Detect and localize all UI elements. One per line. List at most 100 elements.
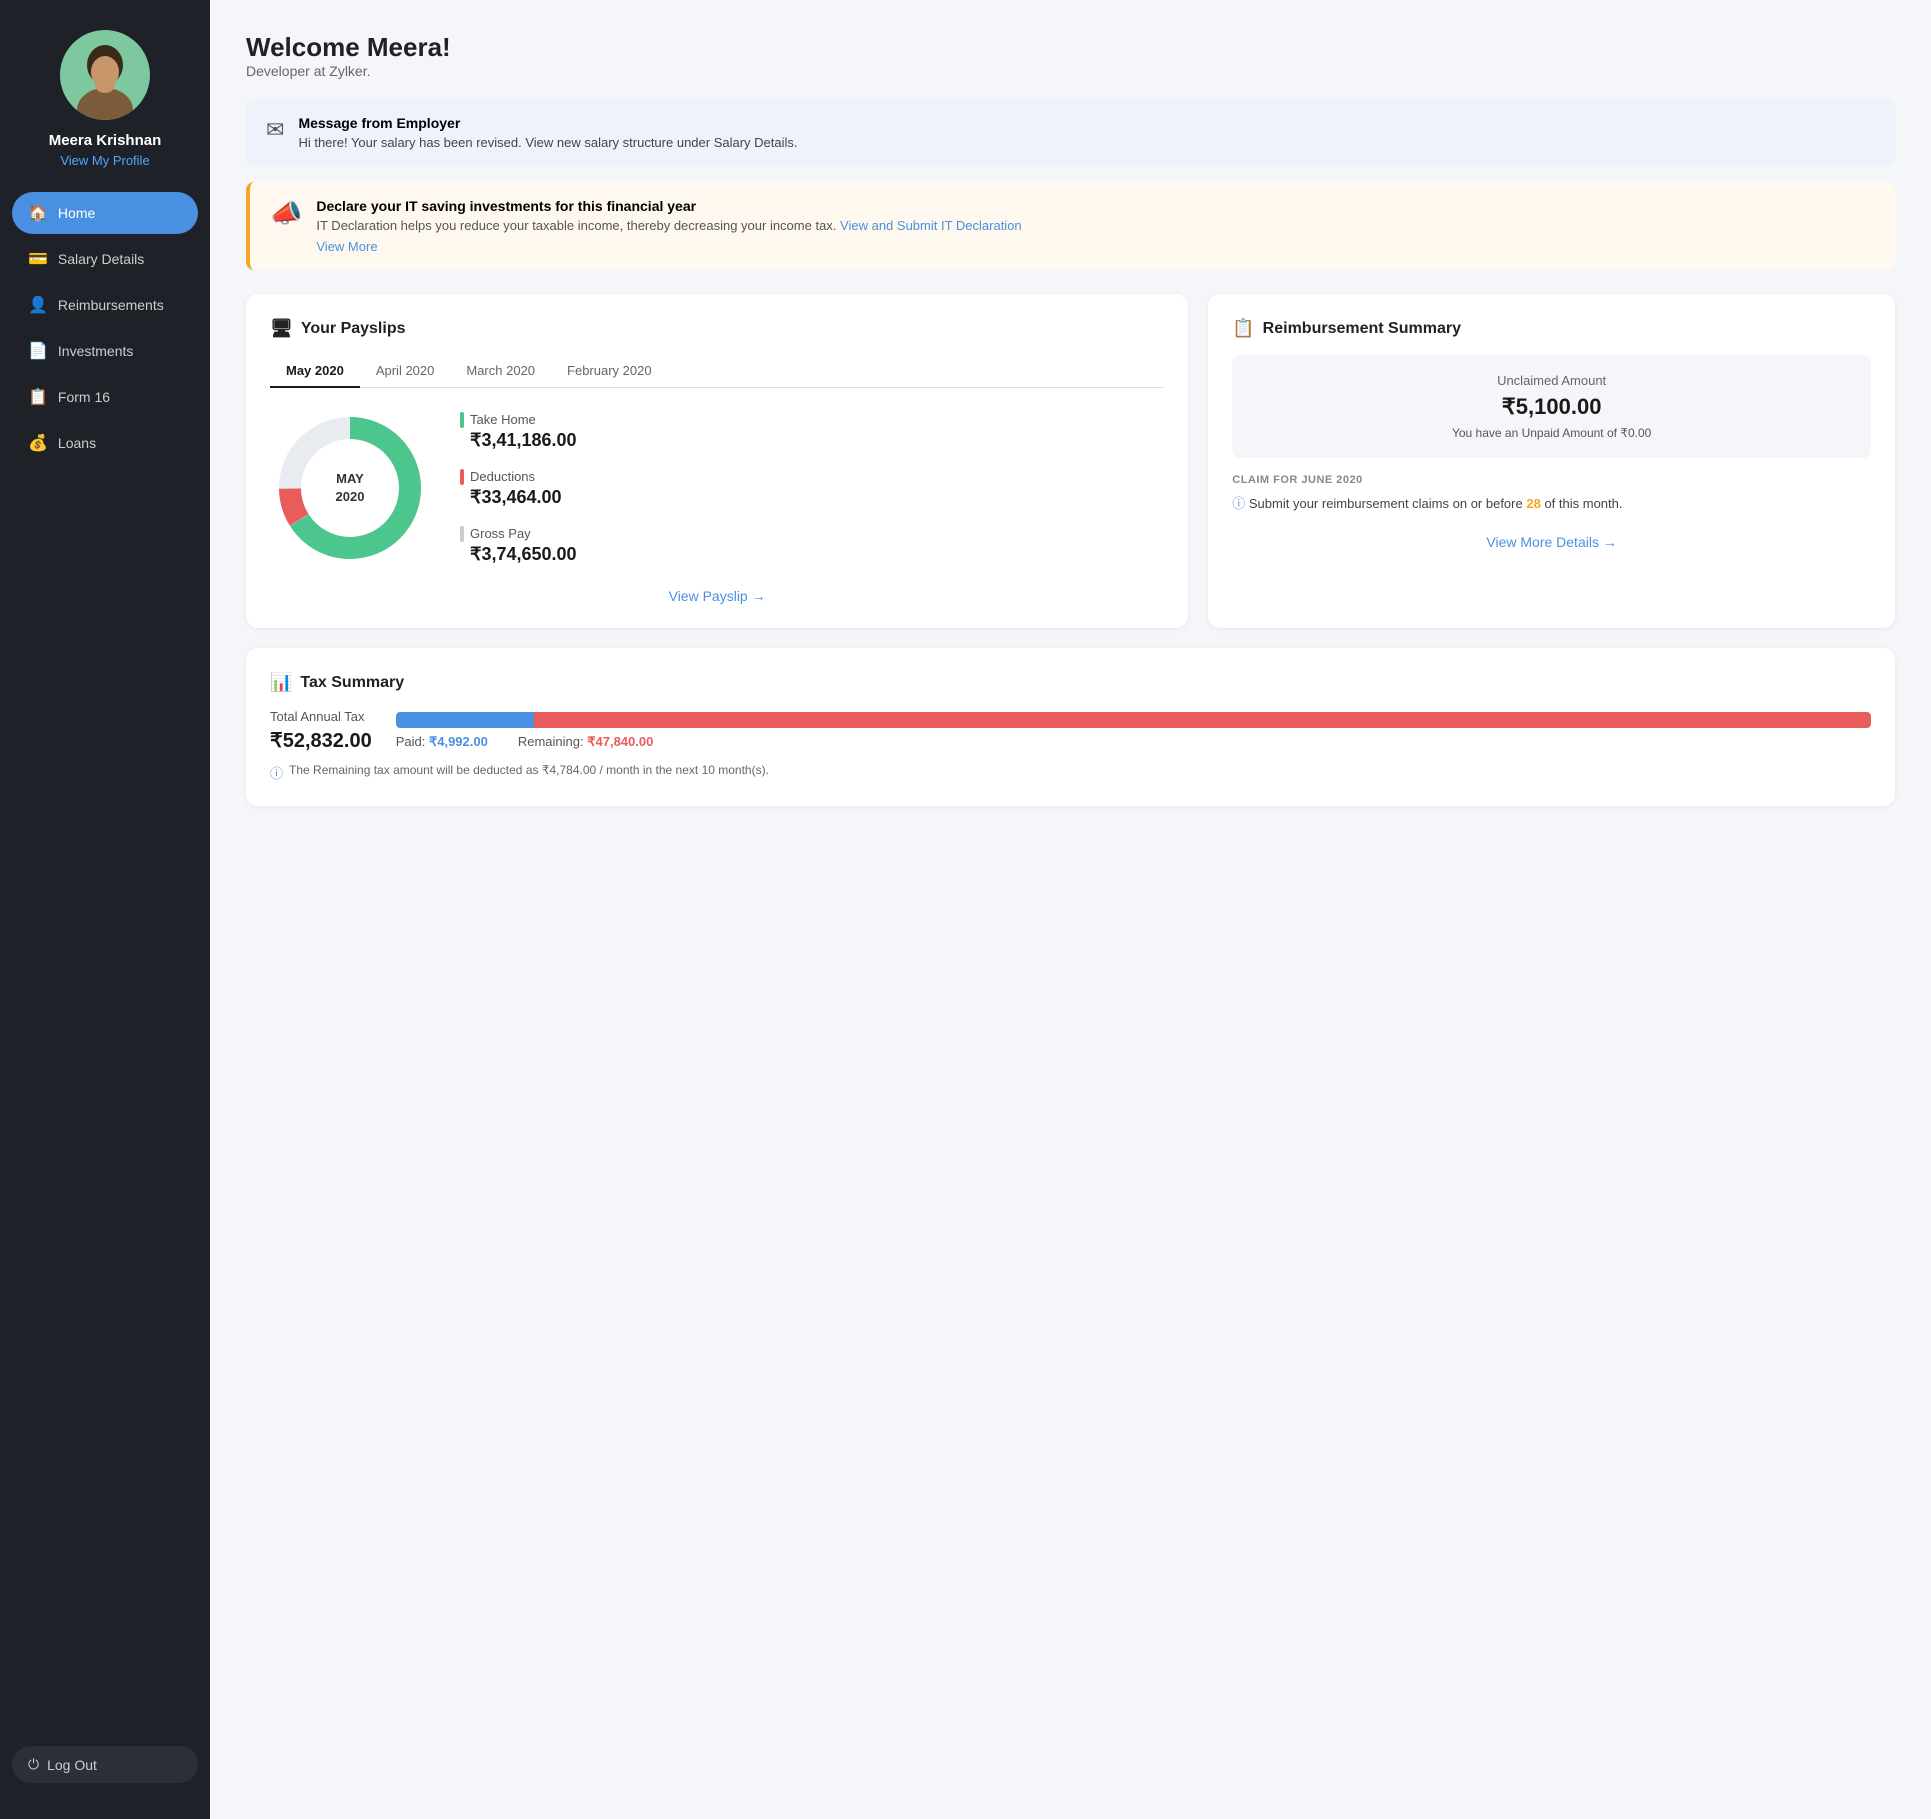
form16-icon: 📋 (28, 387, 48, 407)
it-declaration-banner: 📣 Declare your IT saving investments for… (246, 182, 1895, 270)
tax-title-text: Tax Summary (300, 674, 404, 692)
sidebar-item-invest-label: Investments (58, 343, 133, 359)
deductions-value: ₹33,464.00 (470, 487, 577, 508)
logout-button[interactable]: ⏻ Log Out (12, 1746, 198, 1783)
sidebar-item-investments[interactable]: 📄 Investments (12, 330, 198, 372)
view-more-details-link[interactable]: View More Details → (1232, 534, 1871, 550)
reimbursement-title: 📋 Reimbursement Summary (1232, 318, 1871, 339)
deductions-label: Deductions (470, 469, 535, 484)
take-home-value: ₹3,41,186.00 (470, 430, 577, 451)
donut-year: 2020 (336, 489, 365, 504)
welcome-title: Welcome Meera! (246, 32, 1895, 63)
donut-center-label: MAY 2020 (336, 470, 365, 506)
donut-month: MAY (336, 471, 364, 486)
message-title: Message from Employer (298, 115, 797, 131)
claim-title: CLAIM FOR JUNE 2020 (1232, 474, 1871, 486)
remaining-label: Remaining: (518, 734, 584, 749)
tab-may-2020[interactable]: May 2020 (270, 355, 360, 388)
power-icon: ⏻ (28, 1756, 39, 1773)
sidebar-item-home-label: Home (58, 205, 95, 221)
sidebar-item-home[interactable]: 🏠 Home (12, 192, 198, 234)
tax-bar-bg (396, 712, 1871, 728)
tax-summary-title: 📊 Tax Summary (270, 672, 1871, 693)
tab-april-2020[interactable]: April 2020 (360, 355, 451, 388)
take-home-label: Take Home (470, 412, 536, 427)
sidebar-item-form16-label: Form 16 (58, 389, 110, 405)
salary-icon: 💳 (28, 249, 48, 269)
tax-bar-wrap: Paid: ₹4,992.00 Remaining: ₹47,840.00 (396, 712, 1871, 750)
avatar (60, 30, 150, 120)
paid-value: ₹4,992.00 (429, 734, 488, 749)
paid-label-group: Paid: ₹4,992.00 (396, 734, 488, 750)
info-icon: ⓘ (270, 763, 283, 782)
view-payslip-link[interactable]: View Payslip → (270, 588, 1164, 604)
it-title: Declare your IT saving investments for t… (316, 198, 1021, 214)
logout-section: ⏻ Log Out (12, 1746, 198, 1783)
sidebar-item-loans[interactable]: 💰 Loans (12, 422, 198, 464)
stat-deductions: Deductions ₹33,464.00 (460, 469, 577, 508)
total-amount: ₹52,832.00 (270, 728, 372, 753)
message-content: Message from Employer Hi there! Your sal… (298, 115, 797, 150)
sidebar-nav: 🏠 Home 💳 Salary Details 👤 Reimbursements… (0, 192, 210, 1746)
reimb-icon: 📋 (1232, 318, 1254, 339)
sidebar-item-salary-details[interactable]: 💳 Salary Details (12, 238, 198, 280)
it-text: IT Declaration helps you reduce your tax… (316, 218, 1021, 233)
tax-bar-paid (396, 712, 535, 728)
claim-text-after: of this month. (1544, 496, 1622, 511)
gross-pay-value: ₹3,74,650.00 (470, 544, 577, 565)
tax-bar-remaining (534, 712, 1871, 728)
payslip-stats: Take Home ₹3,41,186.00 Deductions ₹33,46… (460, 412, 577, 565)
investments-icon: 📄 (28, 341, 48, 361)
tax-summary-card: 📊 Tax Summary Total Annual Tax ₹52,832.0… (246, 648, 1895, 806)
cards-row: 🖥 Your Payslips May 2020 April 2020 Marc… (246, 294, 1895, 628)
message-banner: ✉ Message from Employer Hi there! Your s… (246, 99, 1895, 166)
welcome-subtitle: Developer at Zylker. (246, 63, 1895, 79)
take-home-bar-indicator (460, 412, 464, 428)
stat-gross-pay: Gross Pay ₹3,74,650.00 (460, 526, 577, 565)
payslips-card: 🖥 Your Payslips May 2020 April 2020 Marc… (246, 294, 1188, 628)
user-name: Meera Krishnan (49, 132, 162, 149)
paid-label: Paid: (396, 734, 426, 749)
it-declaration-link[interactable]: View and Submit IT Declaration (840, 218, 1022, 233)
claim-icon: ⓘ (1232, 496, 1245, 511)
view-profile-link[interactable]: View My Profile (60, 153, 149, 168)
unclaimed-box: Unclaimed Amount ₹5,100.00 You have an U… (1232, 355, 1871, 458)
megaphone-icon: 📣 (270, 198, 302, 229)
it-banner-content: Declare your IT saving investments for t… (316, 198, 1021, 254)
payslip-body: MAY 2020 Take Home ₹3,41,186.00 (270, 408, 1164, 568)
sidebar-item-loans-label: Loans (58, 435, 96, 451)
home-icon: 🏠 (28, 203, 48, 223)
deductions-bar-indicator (460, 469, 464, 485)
sidebar: Meera Krishnan View My Profile 🏠 Home 💳 … (0, 0, 210, 1819)
reimbursements-icon: 👤 (28, 295, 48, 315)
payslip-tabs: May 2020 April 2020 March 2020 February … (270, 355, 1164, 388)
it-text-body: IT Declaration helps you reduce your tax… (316, 218, 836, 233)
claim-text: ⓘ Submit your reimbursement claims on or… (1232, 494, 1871, 514)
avatar-image (60, 30, 150, 120)
claim-date: 28 (1526, 496, 1540, 511)
main-content: Welcome Meera! Developer at Zylker. ✉ Me… (210, 0, 1931, 1819)
sidebar-item-reimbursements[interactable]: 👤 Reimbursements (12, 284, 198, 326)
payslips-title: 🖥 Your Payslips (270, 318, 1164, 339)
remaining-label-group: Remaining: ₹47,840.00 (518, 734, 654, 750)
tab-march-2020[interactable]: March 2020 (450, 355, 551, 388)
it-view-more-link[interactable]: View More (316, 239, 1021, 254)
loans-icon: 💰 (28, 433, 48, 453)
envelope-icon: ✉ (266, 117, 284, 143)
total-label: Total Annual Tax (270, 709, 372, 724)
remaining-value: ₹47,840.00 (587, 734, 653, 749)
donut-chart: MAY 2020 (270, 408, 430, 568)
tax-note-text: The Remaining tax amount will be deducte… (289, 763, 769, 777)
sidebar-item-form16[interactable]: 📋 Form 16 (12, 376, 198, 418)
payslip-icon: 🖥 (270, 318, 293, 339)
tax-labels: Paid: ₹4,992.00 Remaining: ₹47,840.00 (396, 734, 1871, 750)
gross-pay-bar-indicator (460, 526, 464, 542)
tab-february-2020[interactable]: February 2020 (551, 355, 668, 388)
payslips-title-text: Your Payslips (301, 320, 406, 338)
sidebar-item-salary-label: Salary Details (58, 251, 144, 267)
stat-take-home: Take Home ₹3,41,186.00 (460, 412, 577, 451)
tax-note: ⓘ The Remaining tax amount will be deduc… (270, 763, 1871, 782)
logout-label: Log Out (47, 1757, 97, 1773)
unpaid-text: You have an Unpaid Amount of ₹0.00 (1250, 426, 1853, 440)
tax-icon: 📊 (270, 672, 292, 693)
